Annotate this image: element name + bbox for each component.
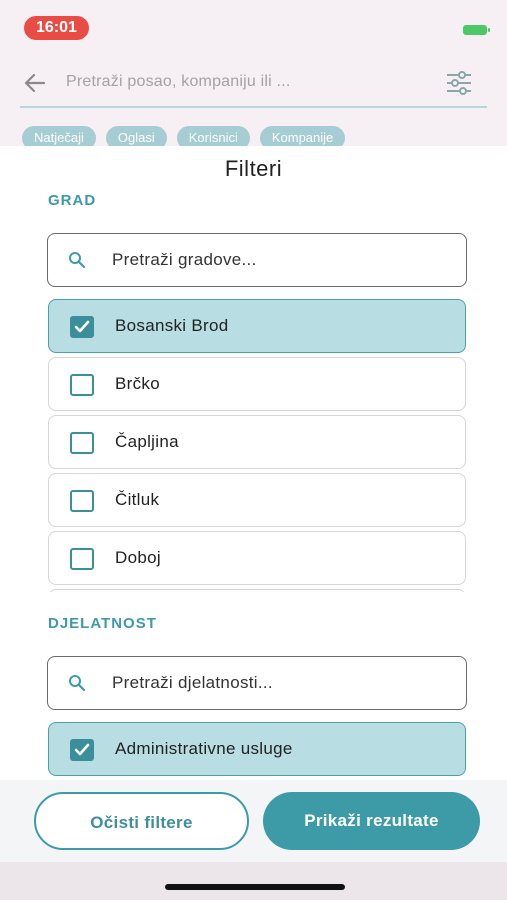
checkbox-checked-icon[interactable] <box>70 739 94 761</box>
city-option-doboj[interactable]: Doboj <box>48 531 466 585</box>
checkbox-icon[interactable] <box>70 432 94 454</box>
back-arrow-icon[interactable] <box>22 70 48 96</box>
chip-korisnici[interactable]: Korisnici <box>176 126 250 146</box>
status-time: 16:01 <box>24 16 89 40</box>
activity-search-placeholder: Pretraži djelatnosti... <box>112 673 273 692</box>
filter-actions-bar: Očisti filtere Prikaži rezultate <box>0 780 507 862</box>
city-option-bosanski-brod[interactable]: Bosanski Brod <box>48 299 466 353</box>
show-results-button[interactable]: Prikaži rezultate <box>263 792 480 850</box>
city-search-input[interactable]: Pretraži gradove... <box>47 233 467 287</box>
sliders-icon[interactable] <box>445 70 473 96</box>
clear-filters-button[interactable]: Očisti filtere <box>34 792 249 850</box>
home-indicator[interactable] <box>165 884 345 890</box>
city-option-label: Brčko <box>115 374 160 393</box>
city-option-label: Bosanski Brod <box>115 316 229 335</box>
chip-kompanije[interactable]: Kompanije <box>259 126 346 146</box>
battery-icon <box>463 25 490 35</box>
activity-option-administrativne-usluge[interactable]: Administrativne usluge <box>48 722 466 776</box>
home-area <box>0 862 507 900</box>
filter-sheet: Filteri GRAD Pretraži gradove... Bosansk… <box>0 146 507 780</box>
job-search-bar[interactable]: Pretraži posao, kompaniju ili ... <box>20 62 487 108</box>
chip-oglasi[interactable]: Oglasi <box>105 126 167 146</box>
status-bar: 16:01 <box>0 14 507 42</box>
checkbox-icon[interactable] <box>70 374 94 396</box>
section-label-djelatnost: DJELATNOST <box>48 615 157 632</box>
city-option-citluk[interactable]: Čitluk <box>48 473 466 527</box>
search-icon <box>69 252 86 269</box>
job-search-input[interactable]: Pretraži posao, kompaniju ili ... <box>66 73 290 91</box>
chip-natjecaji[interactable]: Natječaji <box>22 126 96 146</box>
checkbox-checked-icon[interactable] <box>70 316 94 338</box>
city-option-capljina[interactable]: Čapljina <box>48 415 466 469</box>
checkbox-icon[interactable] <box>70 490 94 512</box>
sheet-title: Filteri <box>224 156 283 181</box>
checkbox-icon[interactable] <box>70 548 94 570</box>
city-option-label: Čitluk <box>115 490 160 509</box>
city-option-next[interactable] <box>48 589 466 592</box>
city-options-list[interactable]: Bosanski Brod Brčko Čapljina Čitluk Dobo… <box>0 298 507 592</box>
search-icon <box>69 675 86 692</box>
city-option-brcko[interactable]: Brčko <box>48 357 466 411</box>
section-label-grad: GRAD <box>48 192 97 209</box>
activity-search-input[interactable]: Pretraži djelatnosti... <box>47 656 467 710</box>
city-search-placeholder: Pretraži gradove... <box>112 250 257 269</box>
city-option-label: Doboj <box>115 548 161 567</box>
category-chips: Natječaji Oglasi Korisnici Kompanije <box>22 126 355 146</box>
activity-option-label: Administrativne usluge <box>115 739 293 758</box>
city-option-label: Čapljina <box>115 432 179 451</box>
